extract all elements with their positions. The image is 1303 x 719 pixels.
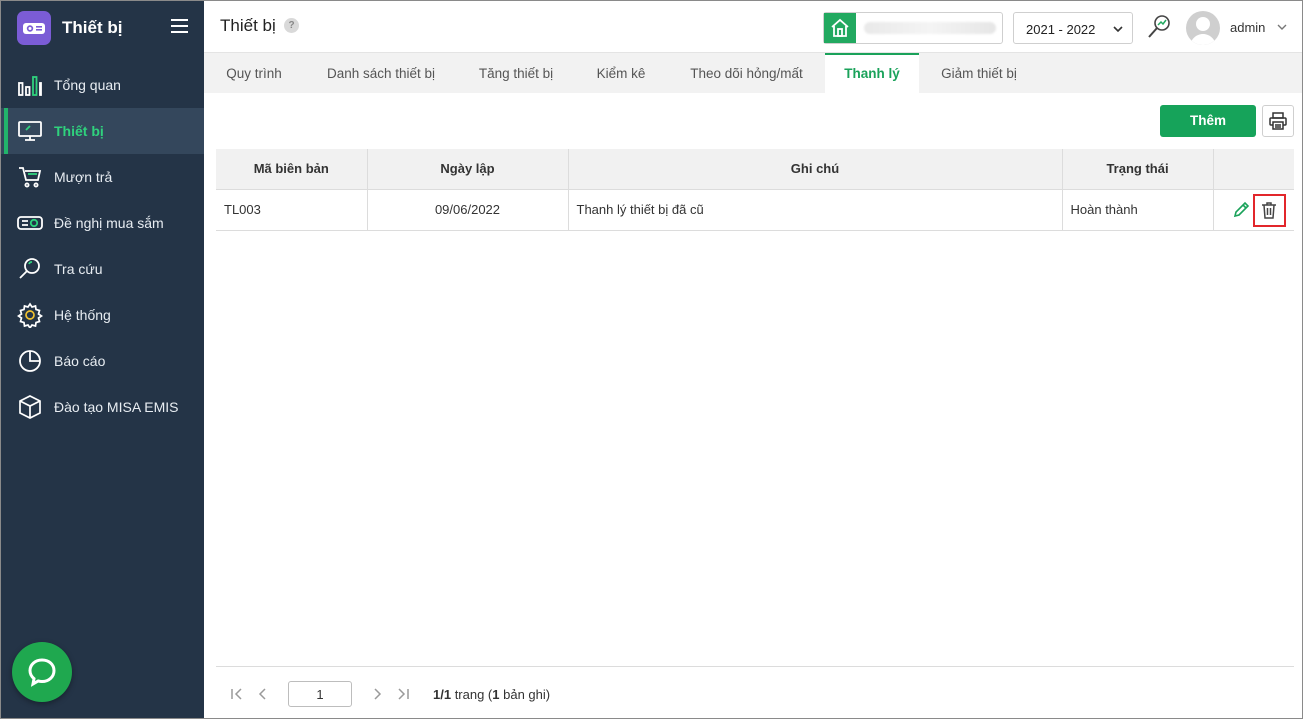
avatar[interactable] <box>1186 11 1220 45</box>
first-page-icon[interactable] <box>230 687 244 701</box>
sidebar-item-label: Báo cáo <box>54 353 106 369</box>
delete-button[interactable] <box>1252 193 1286 227</box>
cell-actions <box>1213 189 1294 231</box>
pagination: 1/1 trang (1 bản ghi) <box>216 666 1294 718</box>
bar-chart-icon <box>17 72 43 98</box>
print-button[interactable] <box>1262 105 1294 137</box>
global-search-icon[interactable] <box>1146 13 1172 41</box>
help-icon[interactable]: ? <box>284 18 299 33</box>
chevron-down-icon <box>1113 26 1123 33</box>
cell-code: TL003 <box>216 189 368 231</box>
sidebar-item-label: Tra cứu <box>54 261 103 277</box>
school-year-value: 2021 - 2022 <box>1026 22 1096 37</box>
pie-chart-icon <box>17 348 43 374</box>
page-info: 1/1 trang (1 bản ghi) <box>433 687 550 702</box>
top-header: Thiết bị ? 2021 - 2022 admin <box>204 1 1302 53</box>
edit-pencil-icon[interactable] <box>1232 201 1250 219</box>
tab-tang-thiet-bi[interactable]: Tăng thiết bị <box>458 53 574 93</box>
projector-logo-icon <box>17 11 51 45</box>
user-name[interactable]: admin <box>1230 20 1265 35</box>
sidebar-item-label: Mượn trả <box>54 169 113 185</box>
search-icon <box>17 256 43 282</box>
printer-icon <box>1269 112 1287 130</box>
last-page-icon[interactable] <box>396 687 410 701</box>
table-header-row: Mã biên bản Ngày lập Ghi chú Trạng thái <box>216 149 1294 190</box>
cart-icon <box>17 164 43 190</box>
table-row[interactable]: TL003 09/06/2022 Thanh lý thiết bị đã cũ… <box>216 189 1294 231</box>
chevron-down-icon[interactable] <box>1276 22 1288 32</box>
sidebar-item-label: Tổng quan <box>54 77 121 93</box>
sidebar-item-label: Đề nghị mua sắm <box>54 215 164 231</box>
column-header-status[interactable]: Trạng thái <box>1062 149 1214 190</box>
page-title: Thiết bị <box>220 16 276 35</box>
tab-giam-thiet-bi[interactable]: Giảm thiết bị <box>919 53 1039 93</box>
sidebar-item-thiet-bi[interactable]: Thiết bị <box>1 108 204 154</box>
cell-date: 09/06/2022 <box>367 189 569 231</box>
sidebar: Thiết bị Tổng quan Thiết bị Mượn trả Đề … <box>1 1 204 718</box>
tab-theo-doi-hong-mat[interactable]: Theo dõi hỏng/mất <box>668 53 825 93</box>
projector-icon <box>17 210 43 236</box>
page-number-input[interactable] <box>288 681 352 707</box>
next-page-icon[interactable] <box>370 687 384 701</box>
sidebar-item-he-thong[interactable]: Hệ thống <box>1 292 204 338</box>
tab-danh-sach-thiet-bi[interactable]: Danh sách thiết bị <box>304 53 458 93</box>
prev-page-icon[interactable] <box>256 687 270 701</box>
chat-support-button[interactable] <box>12 642 72 702</box>
chat-icon <box>28 658 56 687</box>
page-info-records: bản ghi) <box>499 687 551 702</box>
column-header-code[interactable]: Mã biên bản <box>216 149 368 190</box>
page-info-current: 1/1 <box>433 687 452 702</box>
page-info-trang: trang ( <box>451 687 493 702</box>
column-header-actions <box>1213 149 1294 190</box>
school-selector[interactable] <box>823 12 1003 44</box>
sidebar-item-label: Hệ thống <box>54 307 111 323</box>
disposal-table: Mã biên bản Ngày lập Ghi chú Trạng thái … <box>216 149 1294 231</box>
sidebar-item-tra-cuu[interactable]: Tra cứu <box>1 246 204 292</box>
tab-kiem-ke[interactable]: Kiểm kê <box>574 53 668 93</box>
school-year-select[interactable]: 2021 - 2022 <box>1013 12 1133 44</box>
sidebar-nav: Tổng quan Thiết bị Mượn trả Đề nghị mua … <box>1 62 204 430</box>
page-info-count: 1 <box>492 687 500 702</box>
sidebar-item-bao-cao[interactable]: Báo cáo <box>1 338 204 384</box>
trash-icon <box>1262 202 1276 219</box>
box-icon <box>17 394 43 420</box>
column-header-date[interactable]: Ngày lập <box>367 149 569 190</box>
tab-quy-trinh[interactable]: Quy trình <box>204 53 304 93</box>
tab-bar: Quy trình Danh sách thiết bị Tăng thiết … <box>204 53 1302 93</box>
sidebar-item-de-nghi-mua-sam[interactable]: Đề nghị mua sắm <box>1 200 204 246</box>
tab-thanh-ly[interactable]: Thanh lý <box>825 53 919 93</box>
school-name-redacted <box>864 22 996 34</box>
add-button[interactable]: Thêm <box>1160 105 1256 137</box>
sidebar-item-label: Đào tạo MISA EMIS <box>54 399 179 415</box>
column-header-note[interactable]: Ghi chú <box>568 149 1063 190</box>
cell-status: Hoàn thành <box>1062 189 1214 231</box>
sidebar-item-label: Thiết bị <box>54 123 104 139</box>
monitor-icon <box>17 118 43 144</box>
cell-note: Thanh lý thiết bị đã cũ <box>568 189 1063 231</box>
hamburger-menu-icon[interactable] <box>171 19 188 33</box>
home-icon <box>824 13 856 43</box>
app-title: Thiết bị <box>62 18 123 37</box>
sidebar-item-dao-tao[interactable]: Đào tạo MISA EMIS <box>1 384 204 430</box>
sidebar-item-tong-quan[interactable]: Tổng quan <box>1 62 204 108</box>
sidebar-item-muon-tra[interactable]: Mượn trả <box>1 154 204 200</box>
app-window: Thiết bị Tổng quan Thiết bị Mượn trả Đề … <box>0 0 1303 719</box>
gear-icon <box>17 302 43 328</box>
